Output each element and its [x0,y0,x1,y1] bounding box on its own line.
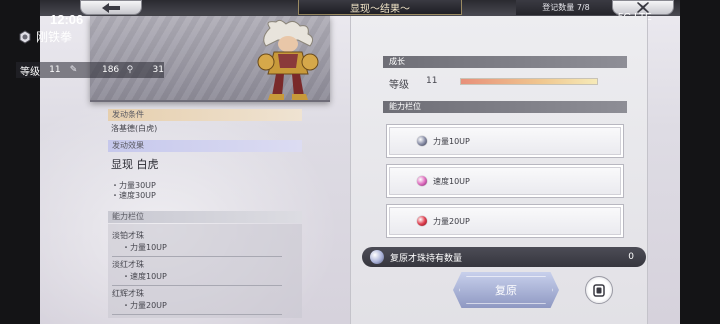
list-item: 红辉才珠 ・力量20UP [112,288,292,315]
ability-slot-button[interactable]: 力量10UP [386,124,624,158]
growth-level-value: 11 [426,76,438,86]
wand-icon: ⚲ [126,65,134,75]
growth-progress-fill [461,79,597,84]
restore-gem-icon [370,250,384,264]
character-attack-value: 186 [101,65,120,75]
left-screen-edge [0,0,40,324]
trigger-condition-header: 发动条件 [108,109,302,121]
divider [112,285,282,286]
sword-icon: ✎ [69,65,78,75]
character-stats-bar: 等级 11 ✎ 186 ⚲ 31 [16,62,164,78]
screen-title-text: 显现～结果～ [350,3,410,15]
back-button[interactable] [80,0,142,15]
gray-gem-icon [417,136,427,146]
effect-line: ・速度30UP [111,191,156,200]
restore-gem-label: 复原才珠持有数量 [390,253,463,264]
effect-header: 发动效果 [108,140,302,152]
divider [112,314,282,315]
character-level-label: 等级 [20,66,40,78]
slot-label: 速度10UP [433,176,470,186]
character-skill-value: 31 [152,65,164,75]
pink-gem-icon [417,176,427,186]
red-gem-icon [417,216,427,226]
ability-slot-button[interactable]: 速度10UP [386,164,624,198]
character-name: 刚铁拳 [36,30,73,44]
effect-name: 显现 白虎 [111,158,159,171]
trigger-condition-value: 洛基德(白虎) [111,124,158,133]
growth-header: 成长 [383,56,627,68]
back-arrow-icon [102,2,120,13]
character-name-row: 刚铁拳 [18,28,72,45]
gem-name: 淡铂才珠 [112,231,144,240]
restore-gem-count-bar: 复原才珠持有数量 0 [362,247,646,267]
list-item: 淡铂才珠 ・力量10UP [112,230,292,257]
ability-slots-header: 能力栏位 [108,211,302,223]
ability-slots-header-right: 能力栏位 [383,101,627,113]
gem-effect: ・力量20UP [122,301,167,310]
lock-button[interactable] [585,276,613,304]
restore-gem-count: 0 [628,252,634,262]
divider [112,256,282,257]
fist-class-icon [19,29,31,44]
character-portrait [257,19,319,100]
gem-name: 红辉才珠 [112,289,144,298]
growth-level-label: 等级 [389,80,409,91]
ability-slot-button[interactable]: 力量20UP [386,204,624,238]
right-screen-edge [680,0,720,324]
restore-button-label: 复原 [495,284,517,297]
growth-progress-bar [460,78,598,85]
screen-title: 显现～结果～ [298,0,462,15]
list-item: 淡红才珠 ・速度10UP [112,259,292,286]
gem-effect: ・力量10UP [122,243,167,252]
gem-name: 淡红才珠 [112,260,144,269]
slot-label: 力量20UP [433,216,470,226]
gem-effect: ・速度10UP [122,272,167,281]
status-clock: 12:06 [50,12,84,27]
lock-icon [593,284,605,297]
restore-button[interactable]: 复原 [453,272,559,308]
registration-count-text: 登记数量 7/8 [542,3,590,12]
registration-count: 登记数量 7/8 [516,0,616,15]
character-level-value: 11 [49,65,61,75]
slot-label: 力量10UP [433,136,470,146]
